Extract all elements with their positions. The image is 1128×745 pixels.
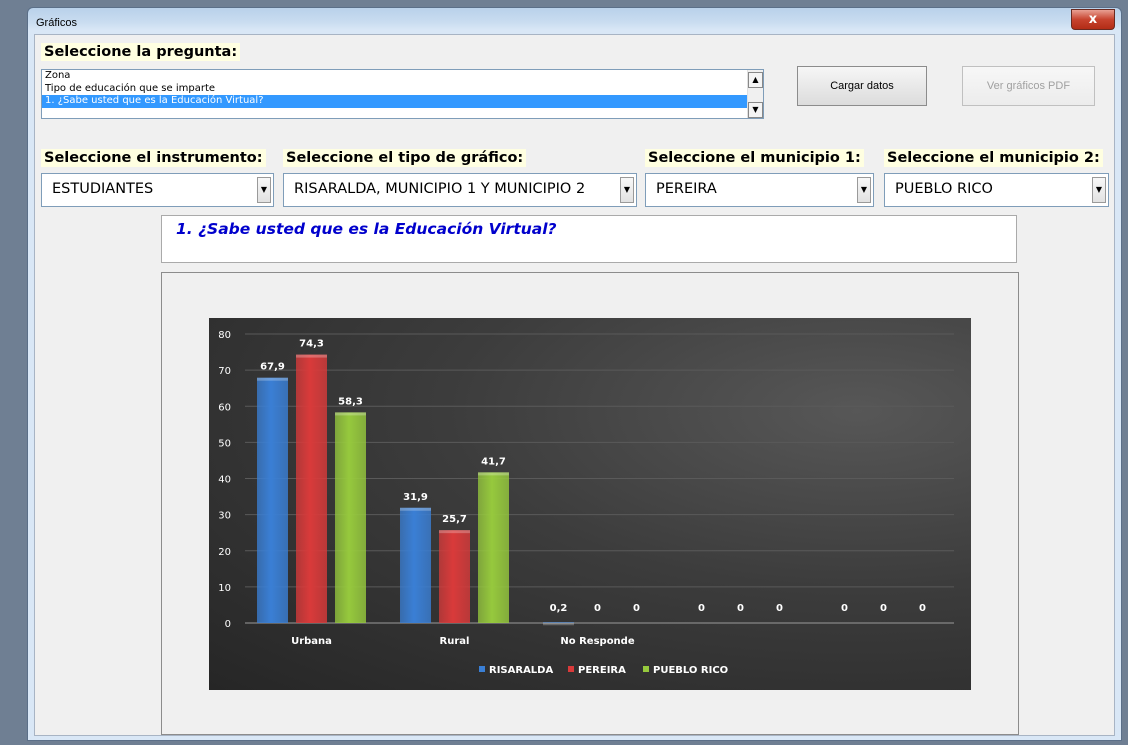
chevron-down-icon[interactable]: ▼ — [257, 177, 271, 203]
bar-highlight — [439, 530, 470, 534]
legend-swatch — [479, 666, 485, 672]
municipality2-label: Seleccione el municipio 2: — [884, 149, 1103, 167]
question-item-tipo-educacion[interactable]: Tipo de educación que se imparte — [42, 83, 763, 96]
legend-swatch — [643, 666, 649, 672]
x-tick-label: Urbana — [291, 636, 332, 647]
x-tick-label: Rural — [440, 636, 470, 647]
x-tick-label: No Responde — [560, 636, 634, 647]
question-item-selected[interactable]: 1. ¿Sabe usted que es la Educación Virtu… — [42, 95, 763, 108]
dialog-body: Seleccione la pregunta: Zona Tipo de edu… — [34, 34, 1115, 736]
bar-highlight — [257, 377, 288, 381]
data-label: 0 — [880, 603, 887, 614]
listbox-scrollbar[interactable]: ▲ ▼ — [747, 70, 763, 118]
legend-label: PUEBLO RICO — [653, 665, 728, 676]
data-label: 0 — [594, 603, 601, 614]
scroll-up-icon[interactable]: ▲ — [748, 72, 763, 88]
bar-pereira — [296, 354, 327, 623]
chevron-down-icon[interactable]: ▼ — [620, 177, 634, 203]
question-header: Seleccione la pregunta: — [41, 43, 241, 61]
bar-highlight — [296, 354, 327, 358]
scroll-down-icon[interactable]: ▼ — [748, 102, 763, 118]
y-tick-label: 0 — [225, 619, 231, 630]
y-tick-label: 60 — [218, 402, 231, 413]
load-data-button[interactable]: Cargar datos — [797, 66, 927, 106]
chart-frame: 0 10 20 30 40 50 60 70 80 67,9 74,3 58,3 Urbana 31,9 2… — [161, 272, 1019, 735]
data-label: 67,9 — [260, 362, 285, 373]
chart-svg: 0 10 20 30 40 50 60 70 80 67,9 74,3 58,3 Urbana 31,9 2… — [218, 330, 954, 676]
chevron-down-icon[interactable]: ▼ — [1092, 177, 1106, 203]
municipality2-select[interactable]: PUEBLO RICO ▼ — [884, 173, 1109, 207]
bar-highlight — [543, 622, 574, 626]
data-label: 31,9 — [403, 492, 428, 503]
data-label: 0 — [841, 603, 848, 614]
data-label: 41,7 — [481, 456, 506, 467]
municipality1-value: PEREIRA — [656, 181, 717, 197]
municipality1-select[interactable]: PEREIRA ▼ — [645, 173, 874, 207]
y-tick-label: 40 — [218, 475, 231, 486]
data-label: 74,3 — [299, 339, 324, 350]
legend-swatch — [568, 666, 574, 672]
data-label: 0,2 — [550, 603, 568, 614]
question-title-box: 1. ¿Sabe usted que es la Educación Virtu… — [161, 215, 1017, 263]
bar-chart: 0 10 20 30 40 50 60 70 80 67,9 74,3 58,3 Urbana 31,9 2… — [209, 318, 971, 690]
data-label: 0 — [698, 603, 705, 614]
question-title: 1. ¿Sabe usted que es la Educación Virtu… — [176, 220, 557, 238]
bar-risaralda — [257, 377, 288, 623]
legend-label: RISARALDA — [489, 665, 553, 676]
data-label: 0 — [737, 603, 744, 614]
chart-type-value: RISARALDA, MUNICIPIO 1 Y MUNICIPIO 2 — [294, 181, 586, 197]
data-label: 0 — [919, 603, 926, 614]
instrument-value: ESTUDIANTES — [52, 181, 154, 197]
y-tick-label: 70 — [218, 366, 231, 377]
bar-highlight — [478, 472, 509, 476]
question-listbox[interactable]: Zona Tipo de educación que se imparte 1.… — [41, 69, 764, 119]
municipality1-label: Seleccione el municipio 1: — [645, 149, 864, 167]
y-tick-label: 30 — [218, 511, 231, 522]
legend-label: PEREIRA — [578, 665, 626, 676]
close-button[interactable]: x — [1071, 9, 1115, 30]
chart-type-select[interactable]: RISARALDA, MUNICIPIO 1 Y MUNICIPIO 2 ▼ — [283, 173, 637, 207]
bar-risaralda — [400, 507, 431, 623]
dialog-window: Gráficos x Seleccione la pregunta: Zona … — [27, 7, 1122, 741]
chevron-down-icon[interactable]: ▼ — [857, 177, 871, 203]
data-label: 0 — [633, 603, 640, 614]
bar-pueblo-rico — [478, 472, 509, 623]
bar-pereira — [439, 530, 470, 623]
y-tick-label: 80 — [218, 330, 231, 341]
y-tick-label: 20 — [218, 547, 231, 558]
window-title: Gráficos — [36, 17, 77, 29]
instrument-select[interactable]: ESTUDIANTES ▼ — [41, 173, 274, 207]
question-item-zona[interactable]: Zona — [42, 70, 763, 83]
close-icon: x — [1088, 12, 1098, 27]
y-tick-label: 50 — [218, 438, 231, 449]
bar-highlight — [335, 412, 366, 416]
data-label: 25,7 — [442, 514, 467, 525]
bar-pueblo-rico — [335, 412, 366, 623]
y-tick-label: 10 — [218, 583, 231, 594]
chart-type-label: Seleccione el tipo de gráfico: — [283, 149, 527, 167]
instrument-label: Seleccione el instrumento: — [41, 149, 266, 167]
bar-highlight — [400, 507, 431, 511]
view-pdf-button[interactable]: Ver gráficos PDF — [962, 66, 1095, 106]
municipality2-value: PUEBLO RICO — [895, 181, 993, 197]
data-label: 0 — [776, 603, 783, 614]
data-label: 58,3 — [338, 396, 363, 407]
